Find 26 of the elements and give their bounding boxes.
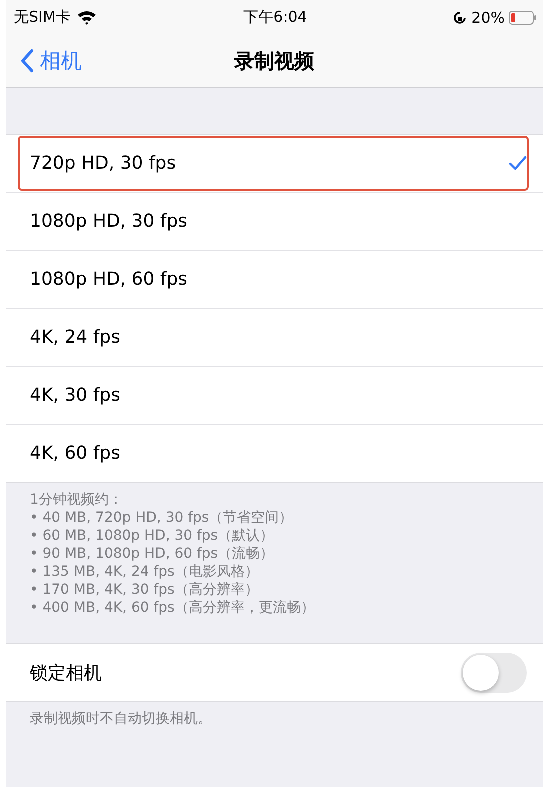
note-line: • 90 MB, 1080p HD, 60 fps（流畅）	[30, 545, 276, 563]
footer-note: 录制视频时不自动切换相机。	[30, 710, 213, 728]
resolution-option[interactable]: 4K, 30 fps	[6, 367, 543, 425]
checkmark-icon	[509, 156, 527, 171]
setting-label: 锁定相机	[30, 662, 102, 684]
toggle-switch[interactable]	[461, 652, 527, 692]
page-title: 录制视频	[234, 48, 314, 72]
resolution-option[interactable]: 1080p HD, 60 fps	[6, 251, 543, 309]
resolution-option[interactable]: 720p HD, 30 fps	[6, 135, 543, 193]
note-line: • 40 MB, 720p HD, 30 fps（节省空间）	[30, 509, 294, 527]
note-line: • 400 MB, 4K, 60 fps（高分辨率，更流畅）	[30, 599, 316, 617]
resolution-option[interactable]: 4K, 60 fps	[6, 425, 543, 482]
note-title: 1分钟视频约：	[30, 491, 124, 509]
rotation-lock-icon	[452, 10, 468, 26]
note-line: • 170 MB, 4K, 30 fps（高分辨率）	[30, 581, 260, 599]
battery-icon	[509, 10, 537, 24]
resolution-option[interactable]: 4K, 24 fps	[6, 309, 543, 367]
resolution-option[interactable]: 1080p HD, 30 fps	[6, 193, 543, 251]
note-line: • 60 MB, 1080p HD, 30 fps（默认）	[30, 527, 276, 545]
wifi-icon	[76, 10, 97, 25]
note-line: • 135 MB, 4K, 24 fps（电影风格）	[30, 563, 260, 581]
time-text: 下午6:04	[244, 8, 308, 27]
battery-percent: 20%	[472, 8, 505, 26]
carrier-text: 无SIM卡	[14, 8, 71, 27]
chevron-icon	[20, 49, 34, 73]
back-button[interactable]: 相机	[6, 47, 82, 75]
